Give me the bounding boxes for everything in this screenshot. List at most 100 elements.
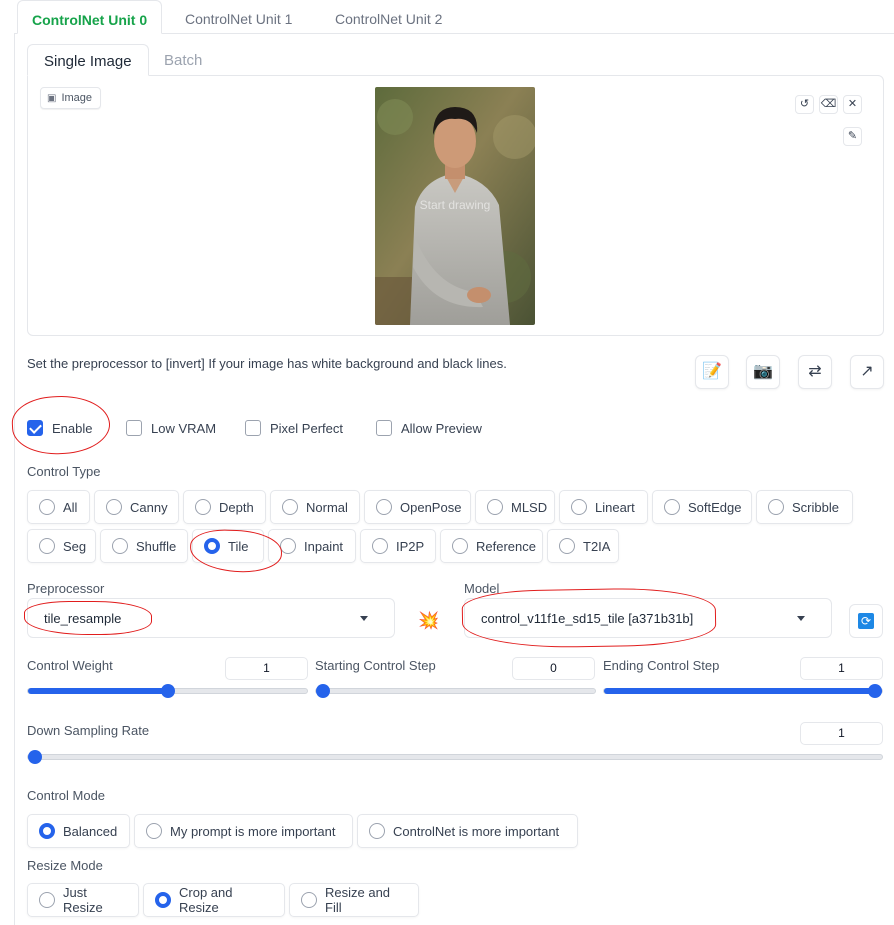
control-mode-controlnet[interactable]: ControlNet is more important <box>357 814 578 848</box>
radio-reference[interactable] <box>452 538 468 554</box>
control-mode-prompt[interactable]: My prompt is more important <box>134 814 353 848</box>
control-type-ip2p[interactable]: IP2P <box>360 529 436 563</box>
low-vram-check-box[interactable] <box>126 420 142 436</box>
control-type-depth-label: Depth <box>219 499 254 515</box>
control-type-canny[interactable]: Canny <box>94 490 179 524</box>
down-sampling-thumb[interactable] <box>28 750 42 764</box>
starting-step-thumb[interactable] <box>316 684 330 698</box>
low-vram-label: Low VRAM <box>151 420 217 436</box>
radio-inpaint[interactable] <box>280 538 296 554</box>
control-type-reference-label: Reference <box>476 538 536 554</box>
down-sampling-label: Down Sampling Rate <box>27 723 150 738</box>
preprocessor-label: Preprocessor <box>27 581 105 596</box>
radio-canny[interactable] <box>106 499 122 515</box>
starting-step-slider[interactable] <box>315 684 596 698</box>
control-type-scribble[interactable]: Scribble <box>756 490 853 524</box>
ending-step-label: Ending Control Step <box>603 658 720 673</box>
control-type-shuffle[interactable]: Shuffle <box>100 529 188 563</box>
radio-openpose[interactable] <box>376 499 392 515</box>
radio-normal[interactable] <box>282 499 298 515</box>
control-type-lineart-label: Lineart <box>595 499 635 515</box>
radio-resize-and-fill[interactable] <box>301 892 317 908</box>
allow-preview-checkbox[interactable]: Allow Preview <box>376 420 482 436</box>
radio-mlsd[interactable] <box>487 499 503 515</box>
send-icon[interactable]: ↗ <box>850 355 884 389</box>
control-type-scribble-label: Scribble <box>792 499 839 515</box>
notepad-icon[interactable]: 📝 <box>695 355 729 389</box>
refresh-models-button[interactable]: ⟳ <box>849 604 883 638</box>
allow-preview-check-box[interactable] <box>376 420 392 436</box>
tab-controlnet-unit-0[interactable]: ControlNet Unit 0 <box>17 0 163 34</box>
control-mode-label: Control Mode <box>27 788 106 803</box>
radio-depth[interactable] <box>195 499 211 515</box>
tab-batch[interactable]: Batch <box>148 44 218 76</box>
down-sampling-slider[interactable] <box>27 750 883 764</box>
left-rule <box>14 34 15 925</box>
undo-icon[interactable]: ↺ <box>795 95 814 114</box>
resize-mode-crop-and-resize[interactable]: Crop and Resize <box>143 883 285 917</box>
ending-step-thumb[interactable] <box>868 684 882 698</box>
control-weight-input[interactable]: 1 <box>225 657 308 680</box>
ending-step-fill <box>604 688 882 694</box>
tab-controlnet-unit-1[interactable]: ControlNet Unit 1 <box>171 0 306 34</box>
radio-scribble[interactable] <box>768 499 784 515</box>
radio-just-resize[interactable] <box>39 892 55 908</box>
swap-icon[interactable]: ⇄ <box>798 355 832 389</box>
control-type-lineart[interactable]: Lineart <box>559 490 648 524</box>
starting-step-input[interactable]: 0 <box>512 657 595 680</box>
radio-balanced[interactable] <box>39 823 55 839</box>
image-label-text: Image <box>61 92 93 104</box>
annotation-circle-enable <box>10 393 112 457</box>
radio-softedge[interactable] <box>664 499 680 515</box>
eraser-icon[interactable]: ⌫ <box>819 95 838 114</box>
control-type-ip2p-label: IP2P <box>396 538 425 554</box>
radio-shuffle[interactable] <box>112 538 128 554</box>
annotation-circle-preprocessor <box>24 601 152 635</box>
control-type-t2ia[interactable]: T2IA <box>547 529 619 563</box>
camera-icon[interactable]: 📷 <box>746 355 780 389</box>
radio-controlnet-important[interactable] <box>369 823 385 839</box>
ending-step-input[interactable]: 1 <box>800 657 883 680</box>
starting-step-label: Starting Control Step <box>315 658 436 673</box>
allow-preview-label: Allow Preview <box>401 420 482 436</box>
tab-single-image[interactable]: Single Image <box>27 44 149 76</box>
ending-step-slider[interactable] <box>603 684 883 698</box>
resize-mode-resize-and-fill[interactable]: Resize and Fill <box>289 883 419 917</box>
chevron-down-icon <box>360 616 368 621</box>
radio-t2ia[interactable] <box>559 538 575 554</box>
control-weight-label: Control Weight <box>27 658 113 673</box>
tab-controlnet-unit-2[interactable]: ControlNet Unit 2 <box>321 0 456 34</box>
control-type-inpaint-label: Inpaint <box>304 538 344 554</box>
control-type-mlsd[interactable]: MLSD <box>475 490 555 524</box>
control-type-openpose[interactable]: OpenPose <box>364 490 471 524</box>
control-type-depth[interactable]: Depth <box>183 490 266 524</box>
radio-crop-and-resize[interactable] <box>155 892 171 908</box>
control-type-canny-label: Canny <box>130 499 168 515</box>
radio-all[interactable] <box>39 499 55 515</box>
control-type-reference[interactable]: Reference <box>440 529 543 563</box>
radio-seg[interactable] <box>39 538 55 554</box>
control-weight-slider[interactable] <box>27 684 308 698</box>
down-sampling-input[interactable]: 1 <box>800 722 883 745</box>
control-type-normal[interactable]: Normal <box>270 490 360 524</box>
control-weight-thumb[interactable] <box>160 684 175 698</box>
control-type-openpose-label: OpenPose <box>400 499 462 515</box>
canvas-placeholder: Start drawing <box>419 198 491 212</box>
explosion-icon[interactable]: 💥 <box>414 606 444 636</box>
control-mode-balanced[interactable]: Balanced <box>27 814 130 848</box>
close-icon[interactable]: ✕ <box>843 95 862 114</box>
resize-mode-label: Resize Mode <box>27 858 103 873</box>
resize-mode-just-resize[interactable]: Just Resize <box>27 883 139 917</box>
radio-ip2p[interactable] <box>372 538 388 554</box>
pixel-perfect-checkbox[interactable]: Pixel Perfect <box>245 420 343 436</box>
control-type-all-label: All <box>63 499 78 515</box>
pixel-perfect-check-box[interactable] <box>245 420 261 436</box>
control-type-mlsd-label: MLSD <box>511 499 548 515</box>
radio-lineart[interactable] <box>571 499 587 515</box>
radio-prompt-important[interactable] <box>146 823 162 839</box>
brush-icon[interactable]: ✎ <box>843 127 862 146</box>
low-vram-checkbox[interactable]: Low VRAM <box>126 420 216 436</box>
control-type-all[interactable]: All <box>27 490 90 524</box>
control-type-seg[interactable]: Seg <box>27 529 96 563</box>
control-type-softedge[interactable]: SoftEdge <box>652 490 752 524</box>
